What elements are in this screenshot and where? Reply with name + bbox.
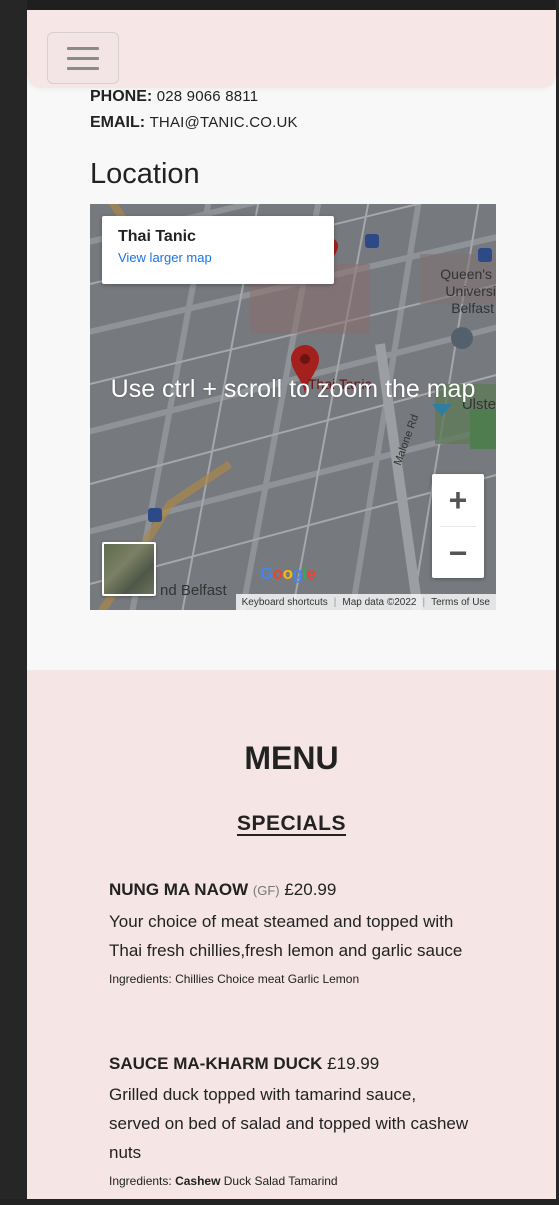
page-viewport[interactable]: PHONE: 028 9066 8811 EMAIL: THAI@TANIC.C… — [27, 10, 556, 1199]
embedded-map[interactable]: Queen's Universi Belfast Thai Tanic Malo… — [90, 204, 496, 610]
terms-of-use-link[interactable]: Terms of Use — [431, 597, 490, 608]
menu-item-header: NUNG MA NAOW (GF) £20.99 — [109, 878, 469, 903]
menu-item-ingredients: Ingredients: Cashew Duck Salad Tamarind — [109, 1171, 469, 1191]
email-value: THAI@TANIC.CO.UK — [149, 114, 298, 131]
ingredients-label: Ingredients: — [109, 972, 172, 986]
menu-item-price: £20.99 — [284, 880, 337, 899]
map-place-card: Thai Tanic View larger map — [102, 216, 334, 284]
attribution-divider: | — [422, 596, 426, 608]
map-label-south-belfast: nd Belfast — [160, 582, 227, 599]
ingredient-highlight: Cashew — [175, 1174, 221, 1188]
ingredients-list: Duck Salad Tamarind — [223, 1174, 338, 1188]
specials-heading: SPECIALS — [236, 812, 347, 835]
menu-item-description: Your choice of meat steamed and topped w… — [109, 912, 463, 960]
menu-item-name: SAUCE MA-KHARM DUCK — [109, 1054, 323, 1073]
menu-item: NUNG MA NAOW (GF) £20.99 Your choice of … — [109, 878, 469, 989]
map-attribution-bar: Keyboard shortcuts | Map data ©2022 | Te… — [235, 594, 496, 610]
menu-heading: MENU — [244, 740, 339, 776]
zoom-out-button[interactable]: − — [432, 527, 484, 579]
gluten-free-tag: (GF) — [252, 883, 280, 898]
keyboard-shortcuts-link[interactable]: Keyboard shortcuts — [242, 597, 328, 608]
navbar — [27, 10, 556, 88]
menu-item-name: NUNG MA NAOW — [109, 880, 249, 899]
satellite-toggle-button[interactable] — [102, 542, 156, 596]
menu-item-header: SAUCE MA-KHARM DUCK £19.99 — [109, 1052, 469, 1076]
menu-item: SAUCE MA-KHARM DUCK £19.99 Grilled duck … — [109, 1052, 469, 1191]
map-place-name: Thai Tanic — [118, 228, 196, 245]
menu-item-description: Grilled duck topped with tamarind sauce,… — [109, 1085, 469, 1162]
zoom-in-button[interactable]: + — [432, 474, 484, 526]
window-frame-left — [0, 0, 27, 1205]
menu-item-ingredients: Ingredients: Chillies Choice meat Garlic… — [109, 969, 469, 989]
map-data-text: Map data ©2022 — [342, 596, 417, 608]
ingredients-list: Chillies Choice meat Garlic Lemon — [175, 972, 360, 986]
map-scroll-hint: Use ctrl + scroll to zoom the map — [110, 375, 476, 403]
view-larger-map-link[interactable]: View larger map — [118, 250, 318, 265]
hamburger-icon-line — [67, 56, 99, 60]
attribution-divider: | — [333, 596, 337, 608]
menu-item-price: £19.99 — [327, 1054, 380, 1073]
phone-label: PHONE: — [90, 88, 153, 105]
map-label-university: Universi — [445, 283, 496, 299]
phone-value: 028 9066 8811 — [156, 88, 259, 105]
hamburger-icon-line — [67, 66, 99, 70]
email-label: EMAIL: — [90, 114, 146, 131]
ingredients-label: Ingredients: — [109, 1174, 172, 1188]
location-heading: Location — [90, 158, 200, 190]
menu-toggle-button[interactable] — [47, 32, 119, 84]
map-label-queens: Queen's — [440, 266, 492, 282]
window-frame-bottom — [0, 1199, 559, 1205]
map-label-belfast: Belfast — [451, 300, 494, 316]
contact-info: PHONE: 028 9066 8811 EMAIL: THAI@TANIC.C… — [90, 84, 298, 136]
window-frame-top — [0, 0, 559, 10]
email-line: EMAIL: THAI@TANIC.CO.UK — [90, 110, 298, 136]
menu-section: MENU SPECIALS NUNG MA NAOW (GF) £20.99 Y… — [27, 670, 556, 1199]
map-zoom-controls: + − — [432, 474, 484, 578]
google-logo: Google — [260, 564, 316, 583]
hamburger-icon-line — [67, 46, 99, 50]
